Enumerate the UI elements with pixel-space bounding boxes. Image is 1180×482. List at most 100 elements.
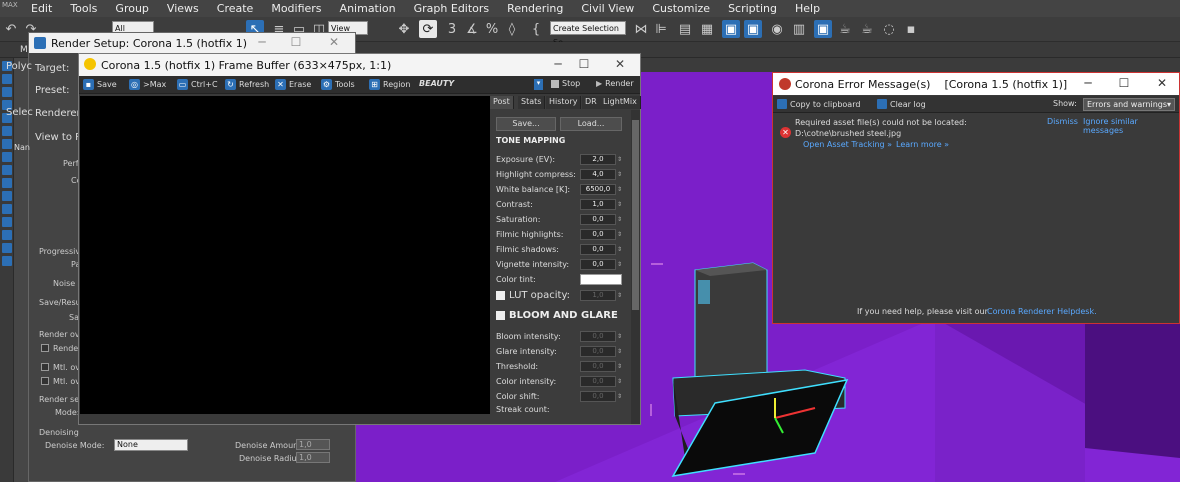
threshold-input[interactable]: 0,0 xyxy=(580,361,616,372)
strip-icon[interactable] xyxy=(2,217,12,227)
spinner-icon[interactable]: ⇕ xyxy=(617,261,622,268)
perf-tab[interactable]: Perf xyxy=(63,159,79,168)
toolbar-more-icon[interactable]: ▪ xyxy=(902,20,920,38)
spinner-icon[interactable]: ⇕ xyxy=(617,231,622,238)
tab-lightmix[interactable]: LightMix xyxy=(600,96,641,109)
show-filter-dropdown[interactable]: Errors and warnings ▾ xyxy=(1083,98,1175,111)
strip-icon[interactable] xyxy=(2,74,12,84)
minimize-icon[interactable]: ─ xyxy=(247,35,277,49)
curve-editor-icon[interactable]: ▣ xyxy=(722,20,740,38)
spinner-icon[interactable]: ⇕ xyxy=(617,378,622,385)
copy-to-clipboard-button[interactable]: Copy to clipboard xyxy=(777,99,860,109)
menu-modifiers[interactable]: Modifiers xyxy=(262,0,330,17)
post-panel-scrollbar[interactable] xyxy=(631,110,640,424)
menu-help[interactable]: Help xyxy=(786,0,829,17)
menu-customize[interactable]: Customize xyxy=(643,0,719,17)
move-icon[interactable]: ✥ xyxy=(395,20,413,38)
strip-icon[interactable] xyxy=(2,243,12,253)
strip-icon[interactable] xyxy=(2,256,12,266)
open-asset-tracking-link[interactable]: Open Asset Tracking » xyxy=(803,140,892,149)
spinner-icon[interactable]: ⇕ xyxy=(617,186,622,193)
render-iterative-icon[interactable]: ☕ xyxy=(858,20,876,38)
channel-dropdown[interactable]: BEAUTY xyxy=(419,79,543,88)
helpdesk-link[interactable]: Corona Renderer Helpdesk. xyxy=(987,307,1097,316)
strip-icon[interactable] xyxy=(2,230,12,240)
region-button[interactable]: ⊞ Region xyxy=(369,79,410,90)
strip-icon[interactable] xyxy=(2,191,12,201)
filmic-highlights-input[interactable]: 0,0 xyxy=(580,229,616,240)
ignore-similar-link[interactable]: Ignore similar messages xyxy=(1083,117,1179,135)
copy-button[interactable]: ▭ Ctrl+C xyxy=(177,79,218,90)
angle-snap-icon[interactable]: ∡ xyxy=(463,20,481,38)
denoise-mode-dropdown[interactable]: None xyxy=(114,439,188,451)
dismiss-link[interactable]: Dismiss xyxy=(1047,117,1078,126)
strip-icon[interactable] xyxy=(2,139,12,149)
spinner-icon[interactable]: ⇕ xyxy=(617,201,622,208)
menu-group[interactable]: Group xyxy=(106,0,158,17)
menu-civil-view[interactable]: Civil View xyxy=(572,0,643,17)
highlight-compress-input[interactable]: 4,0 xyxy=(580,169,616,180)
selection-tab[interactable]: Selec xyxy=(6,107,33,118)
erase-button[interactable]: ✕ Erase xyxy=(275,79,311,90)
clear-log-button[interactable]: Clear log xyxy=(877,99,926,109)
menu-create[interactable]: Create xyxy=(208,0,263,17)
menu-scripting[interactable]: Scripting xyxy=(719,0,786,17)
tab-dr[interactable]: DR xyxy=(582,96,601,109)
color-intensity-input[interactable]: 0,0 xyxy=(580,376,616,387)
menu-tools[interactable]: Tools xyxy=(61,0,106,17)
learn-more-link[interactable]: Learn more » xyxy=(896,140,949,149)
spinner-icon[interactable]: ⇕ xyxy=(617,363,622,370)
denoise-amount-input[interactable]: 1,0 xyxy=(296,439,330,450)
minimize-icon[interactable]: ─ xyxy=(1073,76,1103,90)
mtl-override-checkbox[interactable] xyxy=(41,363,49,371)
polygon-modeling-tab[interactable]: Polyc xyxy=(6,61,32,72)
ribbon-tab-m[interactable]: M xyxy=(20,45,28,55)
render-canvas[interactable] xyxy=(80,96,490,414)
contrast-input[interactable]: 1,0 xyxy=(580,199,616,210)
material-editor-icon[interactable]: ◉ xyxy=(768,20,786,38)
strip-icon[interactable] xyxy=(2,152,12,162)
menu-views[interactable]: Views xyxy=(158,0,208,17)
save-button[interactable]: ▪ Save xyxy=(83,79,117,90)
stop-button[interactable]: Stop xyxy=(551,79,580,88)
rotate-icon[interactable]: ⟳ xyxy=(419,20,437,38)
post-save-button[interactable]: Save... xyxy=(496,117,556,131)
lut-input[interactable]: 1,0 xyxy=(580,290,616,301)
strip-icon[interactable] xyxy=(2,126,12,136)
undo-icon[interactable]: ↶ xyxy=(2,20,20,38)
error-window-titlebar[interactable]: Corona Error Message(s) [Corona 1.5 (hot… xyxy=(773,73,1179,95)
white-balance-input[interactable]: 6500,0 xyxy=(580,184,616,195)
rendered-frame-window-icon[interactable]: ▣ xyxy=(814,20,832,38)
named-selection-set-dropdown[interactable]: Create Selection Se xyxy=(550,21,626,47)
layer-explorer-icon[interactable]: ▤ xyxy=(676,20,694,38)
menu-animation[interactable]: Animation xyxy=(331,0,405,17)
spinner-snap-icon[interactable]: ◊ xyxy=(503,20,521,38)
close-icon[interactable]: ✕ xyxy=(1147,76,1177,90)
spinner-icon[interactable]: ⇕ xyxy=(617,246,622,253)
color-tint-swatch[interactable] xyxy=(580,274,622,285)
spinner-icon[interactable]: ⇕ xyxy=(617,156,622,163)
menu-edit[interactable]: Edit xyxy=(22,0,61,17)
snap-3d-icon[interactable]: 3 xyxy=(443,20,461,38)
filmic-shadows-input[interactable]: 0,0 xyxy=(580,244,616,255)
color-shift-input[interactable]: 0,0 xyxy=(580,391,616,402)
post-load-button[interactable]: Load... xyxy=(560,117,622,131)
spinner-icon[interactable]: ⇕ xyxy=(617,171,622,178)
lut-checkbox[interactable] xyxy=(496,291,505,300)
mtl-override-checkbox-2[interactable] xyxy=(41,377,49,385)
render-button[interactable]: ▶ Render xyxy=(596,79,634,88)
close-icon[interactable]: ✕ xyxy=(605,57,635,71)
denoise-radius-input[interactable]: 1,0 xyxy=(296,452,330,463)
maximize-icon[interactable]: ☐ xyxy=(569,57,599,71)
saturation-input[interactable]: 0,0 xyxy=(580,214,616,225)
scrollbar-thumb[interactable] xyxy=(632,120,639,310)
render-active-shade-icon[interactable]: ◌ xyxy=(880,20,898,38)
strip-icon[interactable] xyxy=(2,204,12,214)
spinner-icon[interactable]: ⇕ xyxy=(617,333,622,340)
render-setup-titlebar[interactable]: Render Setup: Corona 1.5 (hotfix 1) ─ ☐ … xyxy=(29,33,355,53)
percent-snap-icon[interactable]: % xyxy=(483,20,501,38)
tab-stats[interactable]: Stats xyxy=(518,96,546,109)
close-icon[interactable]: ✕ xyxy=(319,35,349,49)
spinner-icon[interactable]: ⇕ xyxy=(617,348,622,355)
spinner-icon[interactable]: ⇕ xyxy=(617,393,622,400)
